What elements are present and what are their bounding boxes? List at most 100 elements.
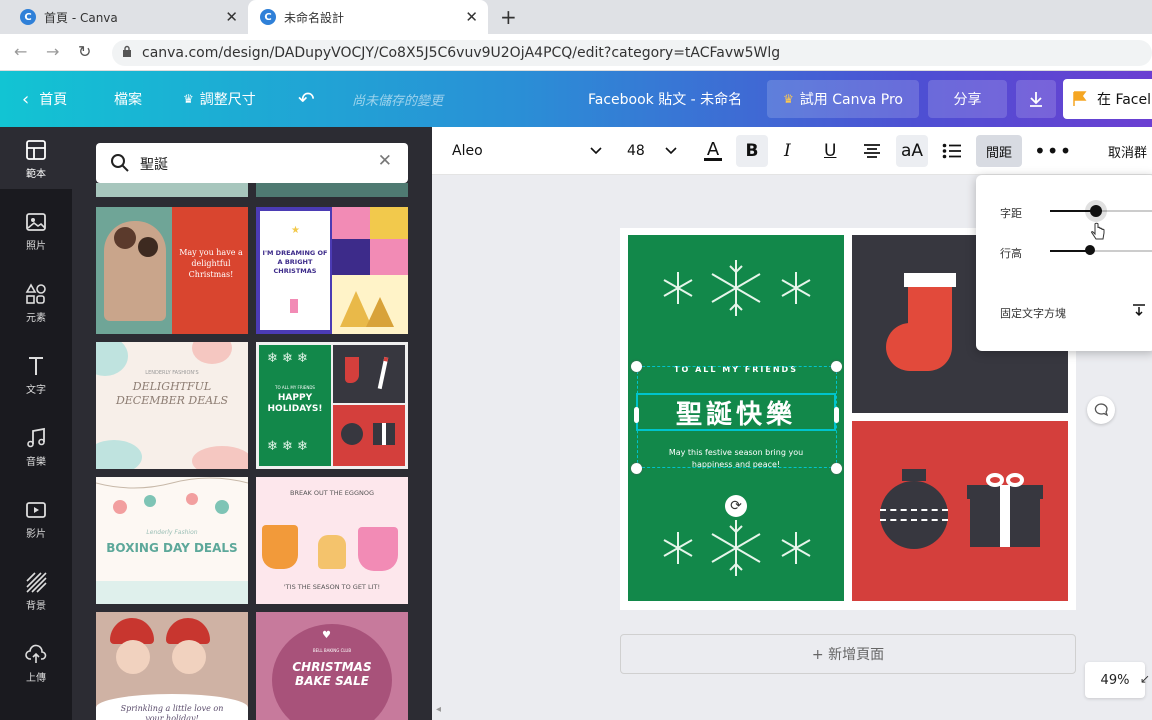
snowflake-icon: ❄ ❄ ❄: [267, 351, 308, 366]
crown-icon: ♛: [783, 92, 794, 106]
gift-bow: [1006, 473, 1024, 487]
pro-label: 試用 Canva Pro: [799, 92, 903, 108]
zoom-level[interactable]: 49%: [1085, 662, 1145, 698]
ornament-cap: [902, 469, 926, 481]
italic-button[interactable]: I: [784, 127, 791, 175]
template-thumbnail[interactable]: BREAK OUT THE EGGNOG 'TIS THE SEASON TO …: [256, 477, 408, 604]
music-icon: [27, 427, 45, 448]
resize-button[interactable]: ♛ 調整尺寸: [183, 71, 256, 127]
template-thumbnail[interactable]: ★ I'M DREAMING OF A BRIGHT CHRISTMAS: [256, 207, 408, 334]
template-text: BOXING DAY DEALS: [106, 541, 238, 555]
spacing-button[interactable]: 間距: [976, 135, 1022, 167]
download-button[interactable]: [1016, 80, 1056, 118]
ornament-ball: [880, 481, 948, 549]
photo-icon: [26, 213, 46, 231]
rail-upload[interactable]: 上傳: [0, 631, 72, 693]
rail-text[interactable]: 文字: [0, 343, 72, 405]
bold-button[interactable]: B: [736, 135, 768, 167]
align-button[interactable]: [862, 127, 882, 175]
close-tab-icon[interactable]: ✕: [225, 8, 238, 26]
anchor-bottom-icon[interactable]: [1132, 303, 1146, 317]
template-thumbnail[interactable]: [256, 183, 408, 197]
search-input[interactable]: 聖誕: [140, 154, 168, 174]
template-small-text: TO ALL MY FRIENDS: [275, 385, 315, 390]
ungroup-button[interactable]: 取消群: [1108, 127, 1147, 175]
rail-photos[interactable]: 照片: [0, 199, 72, 261]
hand-cursor-icon: [1091, 222, 1105, 240]
template-thumbnail[interactable]: Lenderly Fashion BOXING DAY DEALS: [96, 477, 248, 604]
scroll-left-icon[interactable]: ◂: [436, 704, 441, 715]
font-size-select[interactable]: 48: [627, 127, 682, 175]
resize-handle[interactable]: [634, 407, 639, 423]
rail-elements[interactable]: 元素: [0, 271, 72, 333]
template-icon: [26, 140, 46, 160]
close-tab-icon[interactable]: ✕: [465, 8, 478, 26]
line-height-knob[interactable]: [1085, 245, 1096, 255]
expand-icon[interactable]: ↙: [1140, 672, 1150, 686]
candle-shape: [290, 299, 298, 313]
undo-icon[interactable]: ↶: [298, 71, 315, 127]
home-button[interactable]: ‹ 首頁: [22, 71, 67, 127]
template-thumbnail[interactable]: LENDERLY FASHION'S DELIGHTFUL DECEMBER D…: [96, 342, 248, 469]
forward-icon[interactable]: →: [46, 42, 59, 61]
text-color-button[interactable]: A: [704, 127, 722, 175]
letter-case-button[interactable]: aA: [896, 135, 928, 167]
rail-music[interactable]: 音樂: [0, 415, 72, 477]
tab-title: 未命名設計: [284, 10, 345, 25]
browser-tab-design[interactable]: C 未命名設計 ✕: [248, 0, 488, 34]
home-label: 首頁: [39, 92, 68, 108]
resize-handle[interactable]: [831, 463, 842, 474]
template-thumbnail[interactable]: ❄ ❄ ❄ TO ALL MY FRIENDS HAPPY HOLIDAYS! …: [256, 342, 408, 469]
document-title[interactable]: Facebook 貼文 - 未命名: [588, 71, 742, 127]
chevron-left-icon: ‹: [22, 88, 30, 110]
gift-ribbon: [1000, 485, 1010, 547]
reload-icon[interactable]: ↻: [78, 42, 91, 61]
file-menu-button[interactable]: 檔案: [114, 71, 142, 127]
publish-facebook-button[interactable]: 在 Facel: [1063, 79, 1152, 119]
resize-handle[interactable]: [631, 361, 642, 372]
template-search[interactable]: 聖誕 ✕: [96, 143, 408, 183]
list-button[interactable]: [942, 127, 962, 175]
rail-templates[interactable]: 範本: [0, 127, 72, 189]
more-options-icon[interactable]: •••: [1034, 127, 1072, 175]
add-page-button[interactable]: + 新增頁面: [620, 634, 1076, 674]
rotate-icon[interactable]: ⟳: [725, 495, 747, 517]
italic-icon: I: [784, 141, 791, 161]
underline-button[interactable]: U: [824, 127, 836, 175]
text-icon: [29, 357, 43, 375]
rail-video[interactable]: 影片: [0, 487, 72, 549]
letter-spacing-knob[interactable]: [1089, 205, 1102, 217]
font-family-select[interactable]: Aleo: [452, 127, 604, 175]
clear-search-icon[interactable]: ✕: [378, 151, 392, 171]
line-height-fill: [1050, 250, 1091, 252]
rail-label: 照片: [26, 241, 46, 252]
browser-tab-home[interactable]: C 首頁 - Canva ✕: [8, 0, 248, 34]
share-button[interactable]: 分享: [928, 80, 1007, 118]
background-icon: [26, 572, 47, 593]
ornament-panel[interactable]: [852, 421, 1068, 601]
resize-handle[interactable]: [631, 463, 642, 474]
back-icon[interactable]: ←: [14, 42, 27, 61]
template-thumbnail[interactable]: ♥ BELL BAKING CLUB CHRISTMAS BAKE SALE: [256, 612, 408, 720]
lock-icon: [123, 45, 131, 57]
template-top-text: BELL BAKING CLUB: [312, 648, 352, 653]
browser-tab-bar: C 首頁 - Canva ✕ C 未命名設計 ✕ +: [0, 0, 1152, 34]
template-text: HAPPY HOLIDAYS!: [267, 393, 323, 414]
letter-spacing-fill: [1050, 210, 1096, 212]
template-text: CHRISTMAS BAKE SALE: [292, 660, 372, 688]
rail-label: 音樂: [26, 457, 46, 468]
template-thumbnail[interactable]: [96, 183, 248, 197]
add-comment-button[interactable]: [1087, 396, 1115, 424]
resize-handle[interactable]: [831, 361, 842, 372]
gift-bow: [986, 473, 1004, 487]
try-pro-button[interactable]: ♛ 試用 Canva Pro: [767, 80, 919, 118]
resize-handle[interactable]: [834, 407, 839, 423]
url-field[interactable]: canva.com/design/DADupyVOCJY/Co8X5J5C6vu…: [112, 40, 1152, 66]
star-icon: ★: [291, 225, 300, 236]
template-thumbnail[interactable]: May you have a delightful Christmas!: [96, 207, 248, 334]
green-panel[interactable]: TO ALL MY FRIENDS 聖誕快樂 May this festive …: [628, 235, 844, 601]
resize-label: 調整尺寸: [199, 92, 256, 108]
rail-background[interactable]: 背景: [0, 559, 72, 621]
template-thumbnail[interactable]: Sprinkling a little love on your holiday…: [96, 612, 248, 720]
new-tab-icon[interactable]: +: [500, 5, 517, 29]
